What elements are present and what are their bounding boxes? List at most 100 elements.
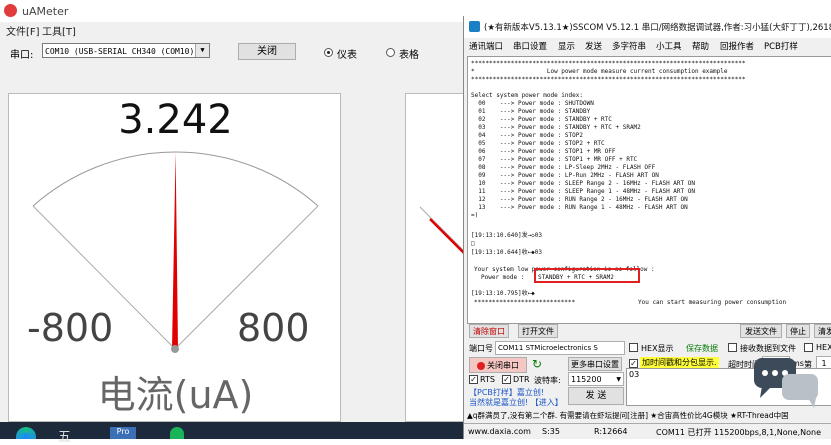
stars-line: ****************************	[474, 299, 576, 306]
recv-to-file-checkbox[interactable]	[728, 343, 737, 352]
hex-send-checkbox[interactable]	[804, 343, 813, 352]
baud-label: 波特率:	[534, 376, 561, 385]
terminal-line: 07 ---> Power mode : STOP1 + MR OFF + RT…	[471, 156, 638, 163]
check-app-icon[interactable]	[170, 427, 184, 439]
timestamp-checkbox[interactable]: ✓	[629, 359, 638, 368]
menu-bar: 文件[F] 工具[T]	[0, 22, 466, 38]
app-logo-icon	[4, 4, 17, 17]
terminal-line: ****************************************…	[471, 76, 746, 83]
port-status-icon	[477, 361, 485, 370]
secondary-gauge-svg	[419, 206, 466, 257]
terminal-line: 02 ---> Power mode : STANDBY + RTC	[471, 116, 612, 123]
ticker: ▲q群满员了,没有第二个群. 有需要请在虾坛提问[注册] ★合宙高性价比4G模块…	[467, 411, 789, 420]
highlight-box	[534, 268, 640, 283]
port-number-select[interactable]: COM11 STMicroelectronics S	[495, 341, 625, 355]
ime-icon[interactable]: 五	[58, 426, 71, 445]
port-number-label: 端口号	[469, 344, 493, 353]
terminal-line: 11 ---> Power mode : SLEEP Range 1 - 48M…	[471, 188, 695, 195]
rts-label: RTS	[480, 375, 495, 384]
open-port-label: 关闭串口	[487, 361, 519, 370]
terminal-line: 01 ---> Power mode : STANDBY	[471, 108, 591, 115]
refresh-icon[interactable]: ↻	[532, 357, 542, 371]
stop-button[interactable]: 停止	[786, 324, 810, 338]
secondary-gauge	[405, 93, 466, 422]
baud-select[interactable]: 115200 ▼	[568, 372, 624, 386]
secondary-gauge-needle	[429, 218, 466, 257]
terminal-line: Select system power mode index:	[471, 92, 583, 99]
start-message: You can start measuring power consumptio…	[638, 299, 787, 306]
sscom-menu-bar: 通讯端口 串口设置 显示 发送 多字符串 小工具 帮助 回报作者 PCB打样	[464, 38, 831, 54]
gauge-needle	[172, 152, 178, 350]
port-select-value: COM10 (USB-SERIAL CH340 (COM10))	[45, 47, 200, 56]
sscom-titlebar: (★有新版本V5.13.1★)SSCOM V5.12.1 串口/网络数据调试器,…	[464, 16, 831, 38]
radio-table-label: 表格	[399, 50, 419, 61]
menu-serial-settings[interactable]: 串口设置	[513, 40, 547, 52]
hex-send-label: HEX	[816, 343, 831, 352]
menu-file[interactable]: 文件[F]	[6, 23, 40, 38]
save-data-link[interactable]: 保存数据	[686, 343, 718, 354]
open-file-button[interactable]: 打开文件	[518, 324, 558, 338]
uameter-window: uAMeter 文件[F] 工具[T] 串口: COM10 (USB-SERIA…	[0, 0, 466, 422]
log-recv-1: [19:13:10.644]收←◆03	[471, 249, 543, 256]
send-file-button[interactable]: 发送文件	[740, 324, 782, 338]
gauge-max-label: 800	[237, 306, 310, 350]
clear-send-button[interactable]: 清发	[814, 324, 831, 338]
radio-gauge[interactable]	[324, 48, 333, 57]
current-gauge: 3.242 -800 800 电流(uA)	[8, 93, 341, 422]
terminal-line: 13 ---> Power mode : RUN Range 1 - 48MHz…	[471, 204, 688, 211]
timestamp-label: 加时间戳和分包显示.	[640, 357, 719, 368]
gauge-value: 3.242	[118, 97, 233, 143]
menu-tools[interactable]: 小工具	[656, 40, 682, 52]
hex-display-checkbox[interactable]	[629, 343, 638, 352]
power-mode-label: Power mode :	[481, 274, 525, 281]
recv-to-file-label: 接收数据到文件	[740, 344, 796, 353]
chat-bubble-icon[interactable]	[752, 356, 822, 418]
port-select[interactable]: COM10 (USB-SERIAL CH340 (COM10)) ▼	[42, 43, 210, 58]
radio-table[interactable]	[386, 48, 395, 57]
status-bar: www.daxia.com S:35 R:12664 COM11 已打开 115…	[464, 423, 831, 439]
terminal-line: ****************************************…	[471, 60, 746, 67]
edge-icon[interactable]	[16, 427, 36, 439]
dtr-checkbox[interactable]: ✓	[502, 375, 511, 384]
menu-help[interactable]: 帮助	[692, 40, 709, 52]
status-recv: R:12664	[594, 427, 628, 436]
gauge-min-label: -800	[27, 306, 114, 350]
terminal-line: 09 ---> Power mode : LP-Run 2MHz - FLASH…	[471, 172, 659, 179]
menu-display[interactable]: 显示	[558, 40, 575, 52]
status-site[interactable]: www.daxia.com	[468, 427, 531, 436]
open-port-button[interactable]: 关闭串口	[469, 357, 527, 373]
terminal-line: 10 ---> Power mode : SLEEP Range 2 - 16M…	[471, 180, 695, 187]
port-number-value: COM11 STMicroelectronics S	[498, 344, 598, 352]
hex-display-label: HEX显示	[641, 344, 674, 353]
app-icon[interactable]: Pro	[110, 427, 136, 439]
terminal-line: 12 ---> Power mode : RUN Range 2 - 16MHz…	[471, 196, 688, 203]
promo-jlc[interactable]: 当然就是嘉立创! 【进入】	[469, 397, 563, 408]
send-button[interactable]: 发 送	[568, 387, 624, 405]
terminal-line: 04 ---> Power mode : STOP2	[471, 132, 583, 139]
window-title: uAMeter	[22, 5, 69, 18]
gauge-unit-label: 电流(uA)	[97, 373, 254, 417]
log-recv-2: [19:13:10.795]收←◆	[471, 290, 535, 297]
rts-checkbox[interactable]: ✓	[469, 375, 478, 384]
taskbar: 五 Pro	[0, 422, 463, 445]
chevron-down-icon[interactable]: ▼	[195, 44, 209, 57]
status-port: COM11 已打开 115200bps,8,1,None,None	[656, 428, 822, 437]
uameter-titlebar: uAMeter	[0, 0, 466, 22]
terminal-line: 05 ---> Power mode : STOP2 + RTC	[471, 140, 605, 147]
log-sent: [19:13:10.640]发→◇03	[471, 232, 543, 239]
more-settings-button[interactable]: 更多串口设置	[568, 357, 622, 371]
receive-terminal[interactable]: ****************************************…	[467, 56, 831, 324]
clear-window-button[interactable]: 清除窗口	[469, 324, 509, 338]
menu-tools[interactable]: 工具[T]	[42, 23, 76, 38]
terminal-line: 00 ---> Power mode : SHUTDOWN	[471, 100, 594, 107]
menu-feedback[interactable]: 回报作者	[720, 40, 754, 52]
radio-gauge-label: 仪表	[337, 50, 357, 61]
terminal-line: =)	[471, 212, 479, 219]
baud-chevron-down-icon[interactable]: ▼	[616, 373, 621, 386]
menu-pcb[interactable]: PCB打样	[764, 40, 798, 52]
close-port-button[interactable]: 关闭	[238, 43, 296, 60]
menu-multi-string[interactable]: 多字符串	[612, 40, 646, 52]
menu-comm-port[interactable]: 通讯端口	[469, 40, 503, 52]
sscom-title: (★有新版本V5.13.1★)SSCOM V5.12.1 串口/网络数据调试器,…	[484, 23, 831, 33]
menu-send[interactable]: 发送	[585, 40, 602, 52]
